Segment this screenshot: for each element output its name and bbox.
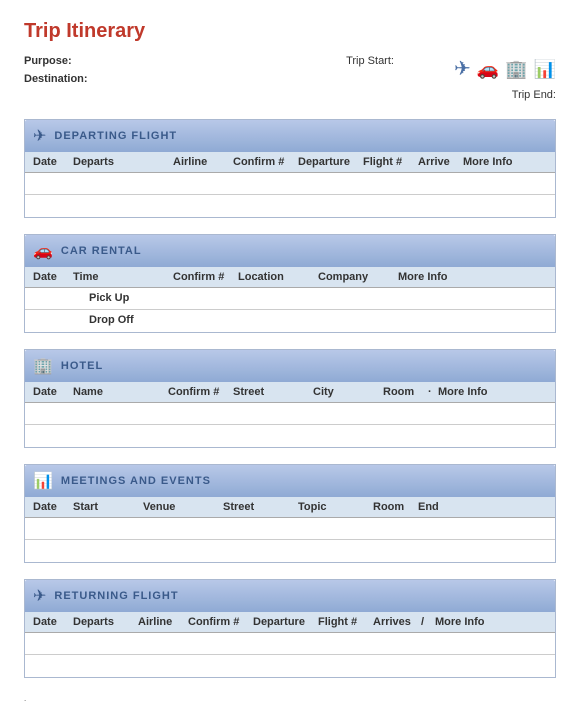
hotel-col-name: Name xyxy=(73,386,168,398)
trip-meta: Purpose: Destination: Trip Start: ✈ 🚗 🏢 … xyxy=(24,53,556,105)
car-col-company: Company xyxy=(318,271,398,283)
car-rental-dropoff-row: Drop Off xyxy=(25,310,555,332)
departing-flight-section: ✈ DEPARTING FLIGHT Date Departs Airline … xyxy=(24,119,556,218)
returning-flight-icon: ✈ xyxy=(33,586,46,606)
meetings-columns: Date Start Venue Street Topic Room End xyxy=(25,497,555,518)
ret-col-arr2: / xyxy=(421,616,435,628)
col-moreinfo: More Info xyxy=(463,156,547,168)
footer-dot: . xyxy=(24,694,556,703)
car-col-time: Time xyxy=(73,271,173,283)
departing-flight-header: ✈ DEPARTING FLIGHT xyxy=(25,120,555,152)
car-col-confirm: Confirm # xyxy=(173,271,238,283)
purpose-label: Purpose: xyxy=(24,55,72,67)
hotel-section-icon: 🏢 xyxy=(33,356,53,376)
ret-col-moreinfo: More Info xyxy=(435,616,547,628)
destination-label: Destination: xyxy=(24,73,88,85)
col-airline: Airline xyxy=(173,156,233,168)
car-rental-columns: Date Time Confirm # Location Company Mor… xyxy=(25,267,555,288)
hotel-col-confirm: Confirm # xyxy=(168,386,233,398)
hotel-col-room: Room xyxy=(383,386,428,398)
hotel-section: 🏢 HOTEL Date Name Confirm # Street City … xyxy=(24,349,556,448)
car-rental-section: 🚗 CAR RENTAL Date Time Confirm # Locatio… xyxy=(24,234,556,333)
hotel-col-street: Street xyxy=(233,386,313,398)
col-confirm: Confirm # xyxy=(233,156,298,168)
meet-col-date: Date xyxy=(33,501,73,513)
car-col-date: Date xyxy=(33,271,73,283)
hotel-col-dot: · xyxy=(428,386,438,398)
meet-col-venue: Venue xyxy=(143,501,223,513)
hotel-col-moreinfo: More Info xyxy=(438,386,547,398)
returning-flight-section: ✈ RETURNING FLIGHT Date Departs Airline … xyxy=(24,579,556,678)
ret-col-departs: Departs xyxy=(73,616,138,628)
meetings-section: 📊 MEETINGS AND EVENTS Date Start Venue S… xyxy=(24,464,556,563)
car-rental-title: CAR RENTAL xyxy=(61,245,142,257)
returning-flight-title: RETURNING FLIGHT xyxy=(54,590,178,602)
meetings-row2 xyxy=(25,540,555,562)
page-title: Trip Itinerary xyxy=(24,20,556,43)
col-departure: Departure xyxy=(298,156,363,168)
departing-flight-icon: ✈ xyxy=(33,126,46,146)
hotel-row2 xyxy=(25,425,555,447)
chart-icon: 📊 xyxy=(534,55,556,84)
meetings-title: MEETINGS AND EVENTS xyxy=(61,475,211,487)
plane-icon: ✈ xyxy=(454,53,471,85)
car-dropoff-label: Drop Off xyxy=(73,314,173,328)
trip-meta-right: Trip Start: ✈ 🚗 🏢 📊 Trip End: xyxy=(346,53,556,105)
departing-flight-row2 xyxy=(25,195,555,217)
hotel-columns: Date Name Confirm # Street City Room · M… xyxy=(25,382,555,403)
departing-flight-row1 xyxy=(25,173,555,195)
hotel-col-date: Date xyxy=(33,386,73,398)
meet-col-street: Street xyxy=(223,501,298,513)
hotel-row1 xyxy=(25,403,555,425)
hotel-col-city: City xyxy=(313,386,383,398)
departing-flight-title: DEPARTING FLIGHT xyxy=(54,130,177,142)
ret-col-flightnum: Flight # xyxy=(318,616,373,628)
tripstart-label: Trip Start: xyxy=(346,55,394,67)
col-flightnum: Flight # xyxy=(363,156,418,168)
tripend-label: Trip End: xyxy=(512,89,556,101)
meet-col-end: End xyxy=(418,501,547,513)
car-col-location: Location xyxy=(238,271,318,283)
hotel-icon: 🏢 xyxy=(505,55,527,84)
car-icon: 🚗 xyxy=(477,55,499,84)
meet-col-start: Start xyxy=(73,501,143,513)
hotel-title: HOTEL xyxy=(61,360,103,372)
car-col-moreinfo: More Info xyxy=(398,271,547,283)
col-departs: Departs xyxy=(73,156,173,168)
hotel-header: 🏢 HOTEL xyxy=(25,350,555,382)
col-date: Date xyxy=(33,156,73,168)
ret-col-date: Date xyxy=(33,616,73,628)
returning-flight-row2 xyxy=(25,655,555,677)
ret-col-airline: Airline xyxy=(138,616,188,628)
meet-col-topic: Topic xyxy=(298,501,373,513)
returning-flight-columns: Date Departs Airline Confirm # Departure… xyxy=(25,612,555,633)
returning-flight-row1 xyxy=(25,633,555,655)
car-rental-header: 🚗 CAR RENTAL xyxy=(25,235,555,267)
trip-meta-left: Purpose: Destination: xyxy=(24,53,88,88)
ret-col-confirm: Confirm # xyxy=(188,616,253,628)
meetings-icon: 📊 xyxy=(33,471,53,491)
meetings-row1 xyxy=(25,518,555,540)
returning-flight-header: ✈ RETURNING FLIGHT xyxy=(25,580,555,612)
col-arrive: Arrive xyxy=(418,156,463,168)
meet-col-room: Room xyxy=(373,501,418,513)
car-rental-pickup-row: Pick Up xyxy=(25,288,555,310)
ret-col-arrives: Arrives xyxy=(373,616,421,628)
meetings-header: 📊 MEETINGS AND EVENTS xyxy=(25,465,555,497)
car-rental-icon: 🚗 xyxy=(33,241,53,261)
ret-col-departure: Departure xyxy=(253,616,318,628)
departing-flight-columns: Date Departs Airline Confirm # Departure… xyxy=(25,152,555,173)
car-pickup-label: Pick Up xyxy=(73,292,173,305)
